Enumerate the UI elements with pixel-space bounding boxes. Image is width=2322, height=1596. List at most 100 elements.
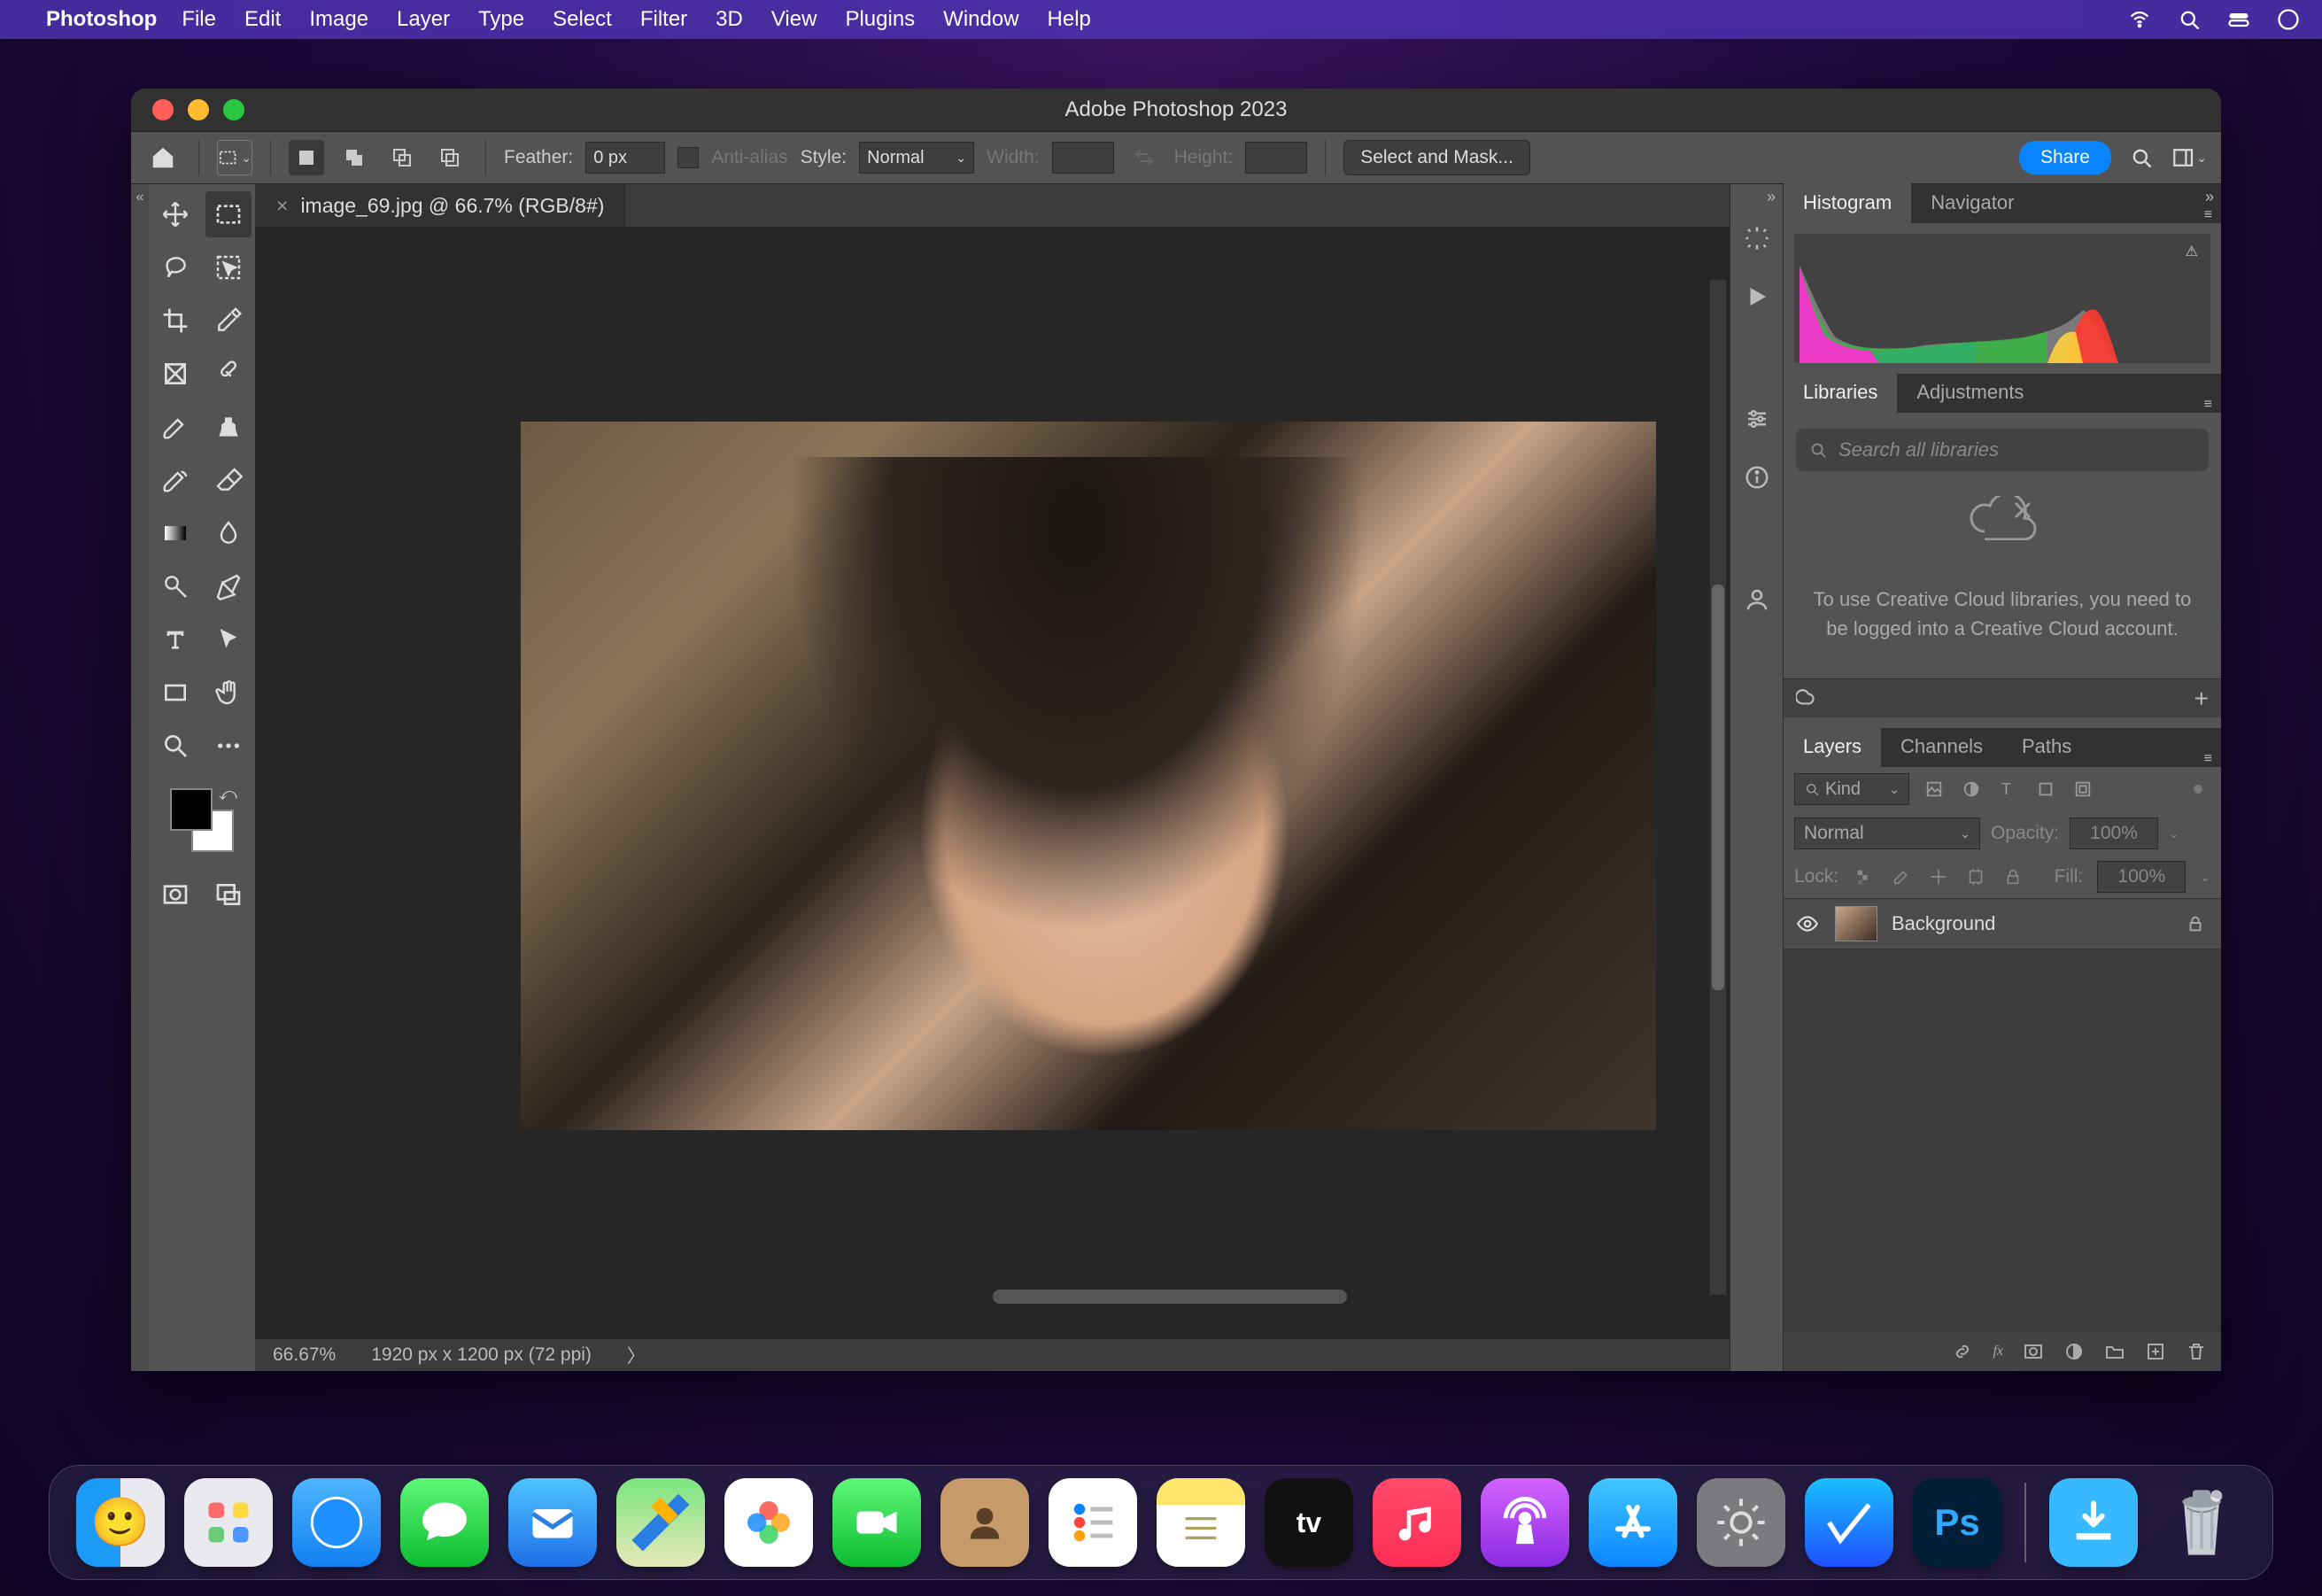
filter-type-icon[interactable]: T <box>1996 777 2021 802</box>
add-library-icon[interactable]: + <box>2194 685 2209 713</box>
blend-mode-select[interactable]: Normal⌄ <box>1794 817 1980 849</box>
dock-app-notes[interactable] <box>1157 1478 1245 1567</box>
actions-panel-icon[interactable] <box>1742 223 1772 253</box>
filter-pixel-icon[interactable] <box>1922 777 1947 802</box>
dock-app-facetime[interactable] <box>832 1478 921 1567</box>
menu-view[interactable]: View <box>771 7 817 32</box>
tab-channels[interactable]: Channels <box>1881 726 2002 767</box>
wifi-icon[interactable] <box>2127 7 2152 32</box>
tab-paths[interactable]: Paths <box>2002 726 2091 767</box>
foreground-color-swatch[interactable] <box>170 788 213 831</box>
selection-new-icon[interactable] <box>289 140 324 175</box>
lock-position-icon[interactable] <box>1927 865 1950 888</box>
object-selection-tool[interactable] <box>205 244 252 291</box>
layer-thumbnail[interactable] <box>1835 906 1877 941</box>
move-tool[interactable] <box>152 191 198 237</box>
collapse-panels-handle[interactable]: » <box>2205 188 2214 206</box>
layer-item-background[interactable]: Background <box>1784 898 2221 949</box>
dock-app-maps[interactable] <box>616 1478 705 1567</box>
cc-sync-icon[interactable] <box>1796 687 1819 710</box>
panel-menu-icon[interactable]: ≡ <box>2204 751 2221 767</box>
dock-app-contacts[interactable] <box>940 1478 1029 1567</box>
dock-app-photos[interactable] <box>724 1478 813 1567</box>
close-tab-icon[interactable]: × <box>276 194 288 218</box>
histogram-warning-icon[interactable]: ⚠ <box>2186 243 2198 260</box>
spotlight-icon[interactable] <box>2177 7 2202 32</box>
dodge-tool[interactable] <box>152 563 198 609</box>
menu-plugins[interactable]: Plugins <box>845 7 915 32</box>
path-selection-tool[interactable] <box>205 616 252 662</box>
link-layers-icon[interactable] <box>1952 1341 1973 1362</box>
tab-histogram[interactable]: Histogram <box>1784 182 1911 223</box>
opacity-input[interactable]: 100% <box>2070 817 2158 849</box>
layer-lock-icon[interactable] <box>2186 914 2209 934</box>
window-titlebar[interactable]: Adobe Photoshop 2023 <box>131 89 2221 131</box>
brush-tool[interactable] <box>152 404 198 450</box>
layer-list[interactable]: Background <box>1784 898 2221 1332</box>
comments-panel-icon[interactable] <box>1742 585 1772 615</box>
group-layers-icon[interactable] <box>2104 1341 2125 1362</box>
eraser-tool[interactable] <box>205 457 252 503</box>
layer-mask-icon[interactable] <box>2023 1341 2044 1362</box>
play-panel-icon[interactable] <box>1742 282 1772 312</box>
dock-app-safari[interactable] <box>292 1478 381 1567</box>
tab-libraries[interactable]: Libraries <box>1784 372 1897 413</box>
layer-filter-kind[interactable]: Kind⌄ <box>1794 773 1909 805</box>
document-info[interactable]: 1920 px x 1200 px (72 ppi) <box>371 1344 592 1366</box>
menu-layer[interactable]: Layer <box>397 7 450 32</box>
quick-mask-button[interactable] <box>152 872 198 918</box>
style-select[interactable]: Normal⌄ <box>859 142 974 174</box>
panel-menu-icon[interactable]: ≡ <box>2204 397 2221 413</box>
status-more-icon[interactable]: 〉 <box>627 1342 646 1368</box>
select-and-mask-button[interactable]: Select and Mask... <box>1343 140 1530 175</box>
filter-toggle-icon[interactable] <box>2186 777 2210 802</box>
menu-type[interactable]: Type <box>478 7 524 32</box>
menu-file[interactable]: File <box>182 7 216 32</box>
hand-tool[interactable] <box>205 670 252 716</box>
dock-app-music[interactable] <box>1373 1478 1461 1567</box>
menu-3d[interactable]: 3D <box>716 7 743 32</box>
lock-image-icon[interactable] <box>1890 865 1913 888</box>
dock-app-launchpad[interactable] <box>184 1478 273 1567</box>
workspace-switcher-icon[interactable]: ⌄ <box>2171 140 2207 175</box>
zoom-tool[interactable] <box>152 723 198 769</box>
panel-menu-icon[interactable]: ≡ <box>2204 207 2221 223</box>
tab-navigator[interactable]: Navigator <box>1911 182 2033 223</box>
dock-app-finder[interactable]: 🙂 <box>76 1478 165 1567</box>
layer-visibility-icon[interactable] <box>1796 912 1821 935</box>
search-icon[interactable] <box>2124 140 2159 175</box>
swap-colors-icon[interactable]: ⤺ <box>219 785 237 805</box>
home-button[interactable] <box>145 140 181 175</box>
dock-app-mail[interactable] <box>508 1478 597 1567</box>
edit-toolbar-button[interactable] <box>205 723 252 769</box>
blur-tool[interactable] <box>205 510 252 556</box>
adjustment-layer-icon[interactable] <box>2063 1341 2085 1362</box>
menu-window[interactable]: Window <box>943 7 1018 32</box>
filter-shape-icon[interactable] <box>2033 777 2058 802</box>
new-layer-icon[interactable] <box>2145 1341 2166 1362</box>
delete-layer-icon[interactable] <box>2186 1341 2207 1362</box>
tab-layers[interactable]: Layers <box>1784 726 1881 767</box>
libraries-search[interactable]: Search all libraries <box>1796 429 2209 471</box>
eyedropper-tool[interactable] <box>205 298 252 344</box>
horizontal-scrollbar[interactable] <box>993 1290 1347 1304</box>
layer-name[interactable]: Background <box>1892 912 1995 935</box>
clone-stamp-tool[interactable] <box>205 404 252 450</box>
fill-input[interactable]: 100% <box>2097 861 2186 893</box>
lock-artboard-icon[interactable] <box>1964 865 1987 888</box>
color-swatches[interactable]: ⤺ <box>166 785 237 856</box>
info-panel-icon[interactable] <box>1742 462 1772 492</box>
feather-input[interactable] <box>585 142 665 174</box>
dock-app-messages[interactable] <box>400 1478 489 1567</box>
dock-downloads[interactable] <box>2049 1478 2138 1567</box>
menu-image[interactable]: Image <box>309 7 368 32</box>
dock-app-settings[interactable] <box>1697 1478 1785 1567</box>
gradient-tool[interactable] <box>152 510 198 556</box>
menu-select[interactable]: Select <box>553 7 612 32</box>
properties-panel-icon[interactable] <box>1742 404 1772 434</box>
current-tool-indicator[interactable]: ⌄ <box>217 140 252 175</box>
lock-all-icon[interactable] <box>2001 865 2024 888</box>
selection-subtract-icon[interactable] <box>384 140 420 175</box>
filter-smart-icon[interactable] <box>2070 777 2095 802</box>
menu-edit[interactable]: Edit <box>244 7 281 32</box>
